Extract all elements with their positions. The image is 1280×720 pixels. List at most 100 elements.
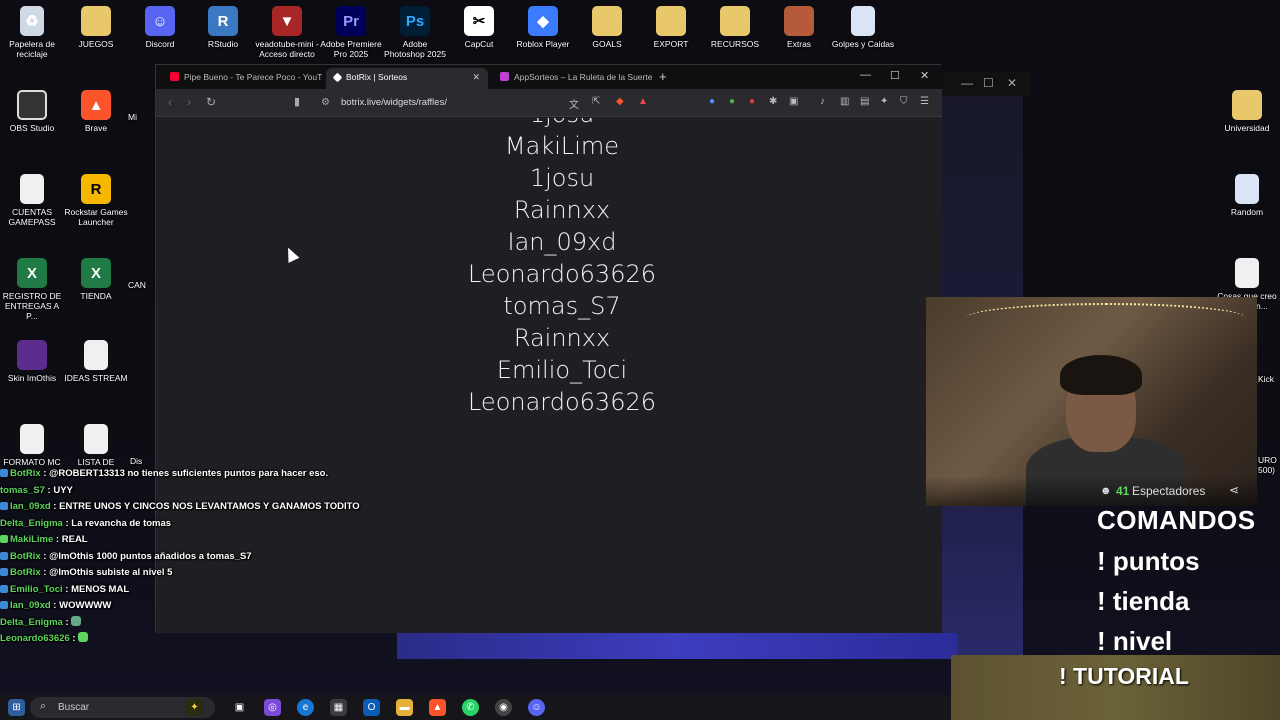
screenshot-icon[interactable]: ▣ [789,96,798,107]
edge-icon[interactable]: e [297,699,314,716]
document-icon [20,174,44,204]
tab-appsorteos[interactable]: AppSorteos – La Ruleta de la Suerte [492,68,652,89]
brave-icon[interactable]: ▲ [429,699,446,716]
desktop-icon-extras[interactable]: Extras [767,6,831,49]
raffle-entries-list: 1josu MakiLime 1josu Rainnxx Ian_09xd Le… [156,118,942,418]
extension-1-icon[interactable]: ● [709,96,715,107]
close-icon[interactable]: ✕ [1007,76,1017,90]
whatsapp-icon[interactable]: ✆ [462,699,479,716]
brave-rewards-icon[interactable]: ▲ [638,96,648,107]
desktop-icon-obs[interactable]: OBS Studio [0,90,64,133]
store-icon[interactable]: ▦ [330,699,347,716]
translate-icon[interactable]: 文 [569,96,579,111]
emote-icon [71,615,82,626]
desktop-icon-recycle-bin[interactable]: ♻ Papelera de reciclaje [0,6,64,59]
desktop-icon-universidad[interactable]: Universidad [1215,90,1279,133]
close-button[interactable]: ✕ [920,69,929,82]
desktop-icon-formato-mc[interactable]: FORMATO MC [0,424,64,467]
desktop-icon-juegos[interactable]: JUEGOS [64,6,128,49]
desktop-icon-lista-de[interactable]: LISTA DE [64,424,128,467]
rockstar-icon: R [81,174,111,204]
minimize-icon[interactable]: — [961,76,973,90]
maximize-button[interactable]: ☐ [890,69,900,82]
address-bar: ‹ › ↻ ▮ ⚙ botrix.live/widgets/raffles/ 文… [156,89,942,117]
platform-icon [0,502,8,510]
back-icon[interactable]: ‹ [168,95,172,109]
desktop-icon-ideas-stream[interactable]: IDEAS STREAM [64,340,128,383]
extensions-puzzle-icon[interactable]: ✱ [769,96,777,107]
discord-icon: ☺ [145,6,175,36]
photoshop-icon: Ps [400,6,430,36]
browser-window: Pipe Bueno - Te Parece Poco - YouTube Bo… [155,64,942,633]
desktop-icon-veadotube[interactable]: ▼ veadotube-mini - Acceso directo [255,6,319,59]
extension-3-icon[interactable]: ● [749,96,755,107]
page-content: 1josu MakiLime 1josu Rainnxx Ian_09xd Le… [156,118,942,633]
desktop-label-partial-can: CAN [128,280,146,290]
bookmark-icon[interactable]: ▮ [294,95,300,108]
wallet-icon[interactable]: ▤ [860,96,869,107]
reload-icon[interactable]: ↻ [206,95,216,109]
menu-icon[interactable]: ☰ [920,96,929,107]
media-icon[interactable]: ♪ [820,96,825,107]
file-explorer-icon[interactable]: ▬ [396,699,413,716]
document-icon [84,340,108,370]
chat-message: Ian_09xd : WOWWWW [0,598,200,615]
folder-icon [81,6,111,36]
desktop-icon-skin-imothis[interactable]: Skin ImOthis [0,340,64,383]
task-view-icon[interactable]: ▣ [231,699,248,716]
desktop-icon-discord[interactable]: ☺ Discord [128,6,192,49]
desktop-icon-registro[interactable]: X REGISTRO DE ENTREGAS A P... [0,258,64,321]
extension-2-icon[interactable]: ● [729,96,735,107]
desktop-icon-cuentas-gamepass[interactable]: CUENTAS GAMEPASS [0,174,64,227]
viewer-count-bar: ☻ 41 Espectadores ⋖ [926,476,1257,506]
copilot-icon[interactable]: ◎ [264,699,281,716]
share-icon[interactable]: ⇱ [592,96,600,107]
desktop-icon-premiere[interactable]: Pr Adobe Premiere Pro 2025 [319,6,383,59]
raffle-entry: Rainnxx [513,324,611,352]
search-placeholder: Buscar [58,702,90,713]
site-settings-icon[interactable]: ⚙ [321,97,330,108]
background-purple-band [397,633,957,659]
new-tab-button[interactable]: + [659,69,667,84]
tab-close-icon[interactable]: ✕ [472,68,480,87]
obs-icon[interactable]: ◉ [495,699,512,716]
viewer-count: 41 [1116,484,1130,498]
desktop-icon-tienda[interactable]: X TIENDA [64,258,128,301]
discord-icon[interactable]: ☺ [528,699,545,716]
desktop-icon-photoshop[interactable]: Ps Adobe Photoshop 2025 [383,6,447,59]
desktop-icon-rockstar[interactable]: R Rockstar Games Launcher [64,174,128,227]
desktop-icon-rstudio[interactable]: R RStudio [191,6,255,49]
desktop-icon-capcut[interactable]: ✂ CapCut [447,6,511,49]
url-field[interactable]: botrix.live/widgets/raffles/ [341,97,447,108]
raffle-entry: Emilio_Toci [496,356,628,384]
desktop-icon-brave[interactable]: ▲ Brave [64,90,128,133]
copilot-sparkle-icon[interactable]: ✦ [186,699,203,716]
tab-youtube[interactable]: Pipe Bueno - Te Parece Poco - YouTube [162,68,322,89]
capcut-icon: ✂ [464,6,494,36]
platform-icon [0,469,8,477]
share-icon: ⋖ [1229,483,1240,497]
forward-icon[interactable]: › [187,95,191,109]
brave-shields-icon[interactable]: ◆ [616,96,624,107]
desktop-icon-random[interactable]: Random [1215,174,1279,217]
desktop-label-partial-uro: URO 500) [1258,455,1277,475]
desktop-icon-recursos[interactable]: RECURSOS [703,6,767,49]
desktop-icon-golpes-y-caidas[interactable]: Golpes y Caidas [831,6,895,49]
desktop-icon-goals[interactable]: GOALS [575,6,639,49]
folder-icon [592,6,622,36]
minimize-button[interactable]: — [860,69,871,81]
desktop-label-partial-mi: Mi [128,112,137,122]
leo-ai-icon[interactable]: ✦ [880,96,888,107]
vpn-shield-icon[interactable]: ⛉ [900,96,908,107]
tutorial-label: ! TUTORIAL [1059,663,1189,689]
tab-botrix-sorteos[interactable]: BotRix | Sorteos ✕ [326,68,488,89]
platform-icon [0,551,8,560]
desktop-icon-export[interactable]: EXPORT [639,6,703,49]
botrix-icon [332,72,343,83]
maximize-icon[interactable]: ☐ [983,76,994,90]
outlook-icon[interactable]: O [363,699,380,716]
desktop-icon-roblox[interactable]: ◆ Roblox Player [511,6,575,49]
start-icon[interactable]: ⊞ [8,699,25,716]
sidebar-icon[interactable]: ▥ [840,96,849,107]
command-puntos: ! puntos [1097,546,1200,576]
